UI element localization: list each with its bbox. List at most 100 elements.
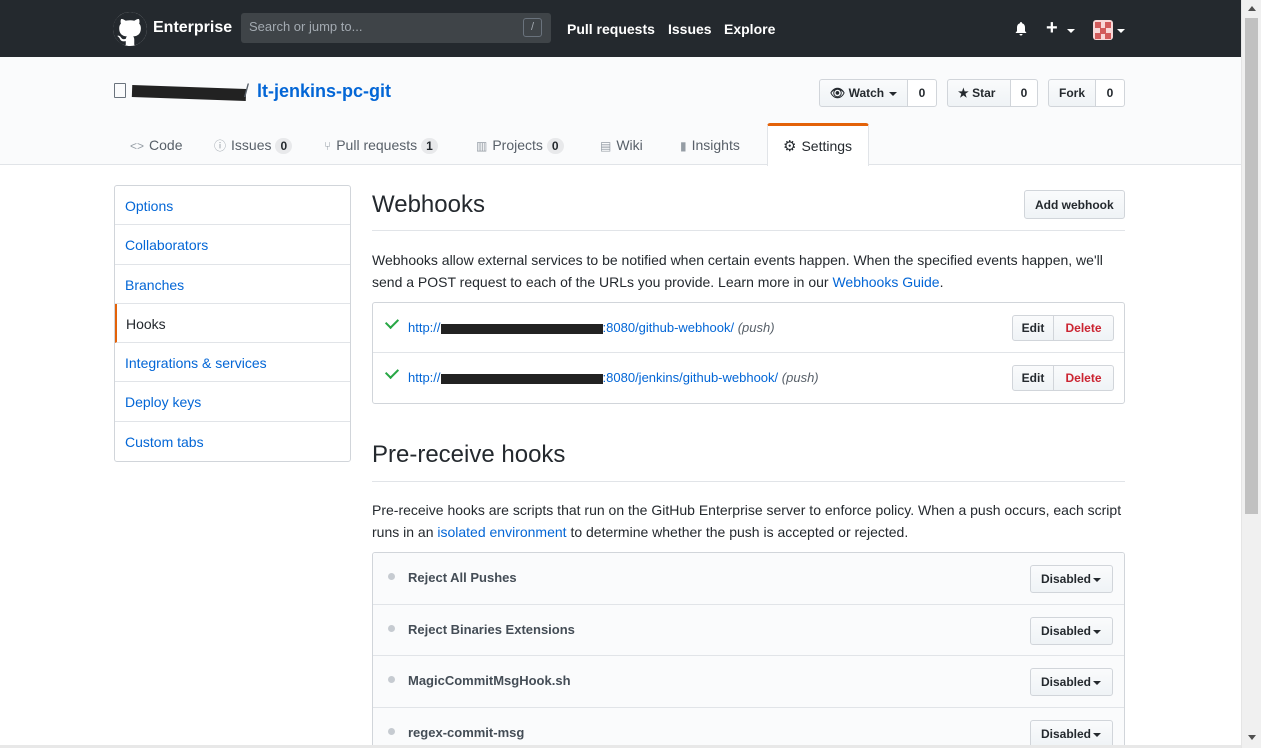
fork-count[interactable]: 0 (1095, 79, 1125, 107)
pre-receive-name: Reject All Pushes (408, 570, 517, 585)
webhook-event: (push) (781, 370, 819, 385)
tab-insights[interactable]: ▮ Insights (680, 123, 740, 165)
sidebar-item-options[interactable]: Options (115, 186, 350, 226)
webhook-row: http:// :8080/jenkins/github-webhook/ (pu… (373, 353, 1124, 403)
chevron-down-icon (1093, 629, 1101, 634)
webhooks-description: Webhooks allow external services to be n… (372, 249, 1127, 293)
tab-insights-label: Insights (691, 137, 740, 153)
user-avatar[interactable] (1093, 20, 1113, 40)
pre-receive-desc-end: to determine whether the push is accepte… (566, 524, 909, 540)
projects-count: 0 (546, 138, 564, 154)
scroll-down-arrow-icon[interactable] (1248, 735, 1256, 740)
tab-wiki-label: Wiki (616, 137, 643, 153)
scrollbar-thumb[interactable] (1245, 18, 1258, 514)
star-button[interactable]: ★ Star (947, 79, 1011, 107)
tab-settings-label: Settings (801, 138, 853, 154)
fork-label: Fork (1059, 86, 1086, 100)
notifications-bell-icon[interactable] (1014, 21, 1028, 37)
watch-caret-icon (889, 92, 897, 96)
check-icon (384, 364, 400, 380)
search-placeholder: Search or jump to... (249, 19, 363, 34)
tab-pull-requests[interactable]: ⑂ Pull requests 1 (324, 123, 438, 165)
repo-icon (114, 83, 126, 98)
tab-projects[interactable]: ▥ Projects 0 (476, 123, 564, 165)
book-icon: ▤ (600, 139, 612, 153)
enforcement-value: Disabled (1041, 675, 1092, 689)
repo-header: / lt-jenkins-pc-git 👁 Watch 0 ★ Star 0 F… (0, 57, 1241, 166)
pre-receive-row: Reject Binaries Extensions Disabled (373, 604, 1124, 656)
pre-receive-name: MagicCommitMsgHook.sh (408, 673, 571, 688)
tab-wiki[interactable]: ▤ Wiki (600, 123, 643, 165)
owner-name-redacted[interactable] (131, 85, 247, 101)
sidebar-item-branches[interactable]: Branches (115, 265, 350, 304)
add-webhook-button[interactable]: Add webhook (1024, 190, 1125, 219)
webhook-url-link[interactable]: http:// :8080/github-webhook/ (push) (408, 320, 775, 335)
enforcement-select[interactable]: Disabled (1030, 719, 1113, 748)
nav-explore[interactable]: Explore (724, 21, 775, 37)
watch-button[interactable]: 👁 Watch (819, 79, 908, 107)
enforcement-select[interactable]: Disabled (1030, 565, 1113, 593)
fork-button[interactable]: Fork (1048, 79, 1096, 107)
tab-issues[interactable]: ⓘ Issues 0 (214, 123, 293, 165)
repo-name-link[interactable]: lt-jenkins-pc-git (257, 81, 391, 102)
pre-receive-list: Reject All Pushes Disabled Reject Binari… (372, 552, 1125, 748)
webhook-url-end: :8080/jenkins/github-webhook/ (602, 370, 779, 385)
enforcement-select[interactable]: Disabled (1030, 668, 1113, 696)
webhook-url-start: http:// (408, 370, 441, 385)
enforcement-value: Disabled (1041, 726, 1092, 741)
eye-icon: 👁 (830, 86, 846, 100)
webhook-url-end: :8080/github-webhook/ (602, 320, 735, 335)
delete-webhook-button[interactable]: Delete (1053, 365, 1114, 391)
webhooks-desc-text: Webhooks allow external services to be n… (372, 252, 1103, 290)
pre-receive-title: Pre-receive hooks (372, 441, 566, 468)
search-input[interactable]: Search or jump to... / (241, 13, 551, 43)
enforcement-select[interactable]: Disabled (1030, 616, 1113, 645)
issue-icon: ⓘ (214, 139, 227, 153)
webhooks-title: Webhooks (372, 191, 485, 218)
delete-webhook-button[interactable]: Delete (1053, 315, 1114, 341)
tab-settings[interactable]: ⚙ Settings (767, 123, 869, 166)
sidebar-item-integrations[interactable]: Integrations & services (115, 343, 350, 383)
sidebar-item-hooks[interactable]: Hooks (115, 303, 350, 344)
edit-webhook-button[interactable]: Edit (1012, 315, 1054, 341)
pre-receive-name: Reject Binaries Extensions (408, 621, 575, 637)
redacted-host (440, 373, 603, 384)
webhook-url-start: http:// (408, 320, 441, 335)
sidebar-item-custom-tabs[interactable]: Custom tabs (115, 422, 350, 461)
scroll-up-arrow-icon[interactable] (1248, 6, 1256, 11)
tab-code[interactable]: <> Code (130, 123, 182, 165)
pre-receive-divider (372, 481, 1125, 482)
isolated-environment-link[interactable]: isolated environment (437, 524, 566, 540)
star-count[interactable]: 0 (1010, 79, 1038, 107)
gear-icon: ⚙ (783, 138, 797, 155)
watch-count[interactable]: 0 (907, 79, 937, 107)
redacted-host (440, 323, 603, 334)
create-new-caret-icon[interactable] (1067, 29, 1075, 33)
github-logo-icon[interactable] (113, 12, 147, 46)
vertical-scrollbar[interactable] (1241, 0, 1261, 748)
webhooks-guide-link[interactable]: Webhooks Guide (832, 274, 939, 290)
enterprise-brand[interactable]: Enterprise (153, 19, 232, 37)
webhook-url-link[interactable]: http:// :8080/jenkins/github-webhook/ (pu… (408, 370, 819, 385)
sidebar-item-collaborators[interactable]: Collaborators (115, 225, 350, 265)
enforcement-value: Disabled (1041, 623, 1092, 638)
pre-receive-row: regex-commit-msg Disabled (373, 707, 1124, 748)
user-menu-caret-icon[interactable] (1117, 29, 1125, 33)
watch-label: Watch (848, 86, 885, 100)
global-header: Enterprise Search or jump to... / Pull r… (0, 0, 1241, 57)
pre-receive-description: Pre-receive hooks are scripts that run o… (372, 499, 1127, 543)
tab-code-label: Code (149, 137, 183, 153)
webhook-event: (push) (737, 320, 775, 335)
nav-pull-requests[interactable]: Pull requests (567, 21, 655, 37)
star-label: Star (972, 86, 996, 100)
sidebar-item-deploy-keys[interactable]: Deploy keys (115, 382, 350, 422)
edit-webhook-button[interactable]: Edit (1012, 365, 1054, 391)
status-dot-icon (388, 676, 395, 683)
webhooks-list: http:// :8080/github-webhook/ (push) Edit… (372, 302, 1125, 404)
star-icon: ★ (958, 86, 969, 100)
chevron-down-icon (1093, 578, 1101, 582)
create-new-plus-icon[interactable]: + (1046, 17, 1058, 40)
chevron-down-icon (1093, 732, 1101, 737)
nav-issues[interactable]: Issues (668, 21, 712, 37)
tab-issues-label: Issues (231, 137, 272, 153)
